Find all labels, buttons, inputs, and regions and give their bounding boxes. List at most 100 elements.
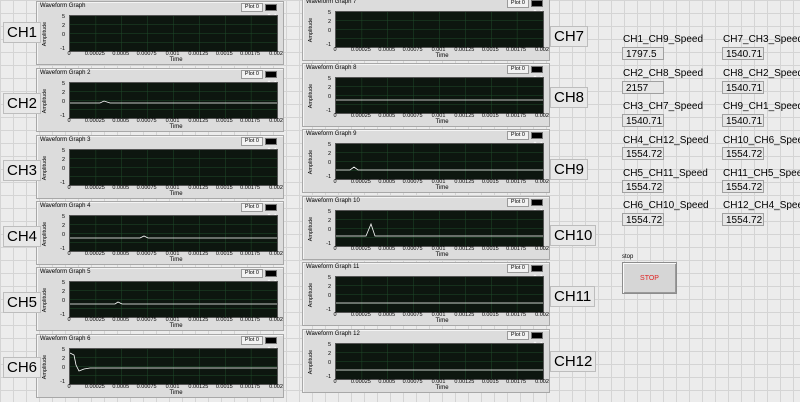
- channel-label-ch7: CH7: [550, 26, 589, 47]
- waveform-graph-12[interactable]: Waveform Graph 12 Plot 0 Amplitude 5 2 0 -1 0 0.…: [302, 329, 550, 393]
- y-tick-label: 0: [61, 166, 65, 172]
- y-tick-label: 0: [327, 160, 331, 166]
- y-axis-label: Amplitude: [42, 88, 48, 113]
- x-axis-label: Time: [435, 252, 449, 258]
- y-axis-label: Amplitude: [308, 216, 314, 241]
- y-tick-label: 0: [327, 293, 331, 299]
- plot-style-icon: [531, 265, 543, 279]
- waveform-graph-8[interactable]: Waveform Graph 8 Plot 0 Amplitude 5 2 0 -1 0 0.0…: [302, 63, 550, 127]
- channel-label-ch10: CH10: [550, 225, 597, 246]
- x-axis-label: Time: [169, 390, 183, 396]
- y-tick-label: 2: [61, 157, 65, 163]
- plot-legend[interactable]: Plot 0: [232, 3, 277, 18]
- plot-legend-label: Plot 0: [506, 131, 529, 140]
- speed-label-ch4-ch12: CH4_CH12_Speed: [623, 135, 709, 146]
- plot-area[interactable]: [335, 276, 544, 313]
- plot-style-icon: [265, 270, 277, 284]
- speed-value-ch10-ch6: 1554.72: [722, 147, 764, 160]
- plot-area[interactable]: [335, 77, 544, 114]
- plot-legend[interactable]: Plot 0: [498, 264, 543, 279]
- plot-area[interactable]: [69, 348, 278, 385]
- y-axis-label: Amplitude: [42, 155, 48, 180]
- graph-title: Waveform Graph 8: [306, 65, 357, 71]
- waveform-graph-2[interactable]: Waveform Graph 2 Plot 0 Amplitude 5 2 0 -1 0 0.0…: [36, 68, 284, 132]
- plot-area[interactable]: [69, 149, 278, 186]
- plot-legend[interactable]: Plot 0: [232, 203, 277, 218]
- y-tick-label: 0: [61, 99, 65, 105]
- x-axis-label: Time: [435, 385, 449, 391]
- graph-title: Waveform Graph 4: [40, 203, 91, 209]
- y-tick-label: 0: [327, 227, 331, 233]
- x-axis-label: Time: [435, 119, 449, 125]
- waveform-graph-5[interactable]: Waveform Graph 5 Plot 0 Amplitude 5 2 0 -1 0 0.0…: [36, 267, 284, 331]
- y-tick-label: -1: [326, 307, 331, 313]
- y-tick-label: 2: [61, 289, 65, 295]
- waveform-graph-3[interactable]: Waveform Graph 3 Plot 0 Amplitude 5 2 0 -1 0 0.0…: [36, 135, 284, 199]
- y-tick-label: 5: [327, 342, 331, 348]
- y-axis-label: Amplitude: [42, 287, 48, 312]
- y-tick-label: 2: [61, 90, 65, 96]
- y-tick-label: 2: [327, 351, 331, 357]
- y-tick-label: 2: [327, 151, 331, 157]
- y-tick-label: -1: [326, 42, 331, 48]
- waveform-graph-7[interactable]: Waveform Graph 7 Plot 0 Amplitude 5 2 0 -1 0 0.0…: [302, 0, 550, 61]
- y-tick-label: 5: [327, 76, 331, 82]
- speed-value-ch1-ch9: 1797.5: [622, 47, 664, 60]
- plot-legend-label: Plot 0: [240, 269, 263, 278]
- graph-title: Waveform Graph: [40, 3, 86, 9]
- waveform-graph-4[interactable]: Waveform Graph 4 Plot 0 Amplitude 5 2 0 -1 0 0.0…: [36, 201, 284, 265]
- speed-value-ch4-ch12: 1554.72: [622, 147, 664, 160]
- plot-area[interactable]: [69, 82, 278, 119]
- plot-legend-label: Plot 0: [240, 3, 263, 12]
- stop-button[interactable]: STOP: [622, 262, 677, 294]
- plot-area[interactable]: [335, 343, 544, 380]
- channel-label-ch8: CH8: [550, 87, 589, 108]
- y-tick-label: 0: [61, 232, 65, 238]
- plot-legend[interactable]: Plot 0: [232, 70, 277, 85]
- channel-label-ch11: CH11: [550, 286, 596, 307]
- plot-legend[interactable]: Plot 0: [498, 131, 543, 146]
- channel-label-ch5: CH5: [3, 292, 42, 313]
- plot-legend[interactable]: Plot 0: [232, 137, 277, 152]
- waveform-graph-11[interactable]: Waveform Graph 11 Plot 0 Amplitude 5 2 0 -1 0 0.…: [302, 262, 550, 326]
- waveform-graph-1[interactable]: Waveform Graph Plot 0 Amplitude 5 2 0 -1 0 0.000…: [36, 1, 284, 65]
- plot-style-icon: [531, 132, 543, 146]
- plot-area[interactable]: [335, 143, 544, 180]
- speed-label-ch11-ch5: CH11_CH5_Speed: [723, 168, 800, 179]
- plot-legend[interactable]: Plot 0: [498, 198, 543, 213]
- speed-value-ch2-ch8: 2157: [622, 81, 664, 94]
- speed-label-ch6-ch10: CH6_CH10_Speed: [623, 200, 709, 211]
- plot-area[interactable]: [335, 11, 544, 48]
- graph-title: Waveform Graph 6: [40, 336, 91, 342]
- speed-label-ch7-ch3: CH7_CH3_Speed: [723, 34, 800, 45]
- channel-label-ch12: CH12: [550, 351, 597, 372]
- channel-label-ch4: CH4: [3, 226, 42, 247]
- plot-legend[interactable]: Plot 0: [498, 65, 543, 80]
- plot-area[interactable]: [69, 281, 278, 318]
- y-axis-label: Amplitude: [308, 349, 314, 374]
- speed-value-ch7-ch3: 1540.71: [722, 47, 764, 60]
- y-tick-label: -1: [60, 180, 65, 186]
- x-axis-label: Time: [169, 57, 183, 63]
- y-tick-label: 0: [61, 365, 65, 371]
- y-tick-label: 0: [61, 298, 65, 304]
- plot-legend[interactable]: Plot 0: [498, 0, 543, 14]
- waveform-graph-6[interactable]: Waveform Graph 6 Plot 0 Amplitude 5 2 0 -1 0 0.0…: [36, 334, 284, 398]
- graph-title: Waveform Graph 2: [40, 70, 91, 76]
- y-tick-label: 5: [327, 275, 331, 281]
- waveform-graph-9[interactable]: Waveform Graph 9 Plot 0 Amplitude 5 2 0 -1 0 0.0…: [302, 129, 550, 193]
- plot-legend[interactable]: Plot 0: [232, 269, 277, 284]
- y-axis-label: Amplitude: [42, 221, 48, 246]
- plot-style-icon: [531, 0, 543, 14]
- y-tick-label: 2: [327, 284, 331, 290]
- plot-area[interactable]: [69, 215, 278, 252]
- x-axis-label: Time: [435, 185, 449, 191]
- plot-area[interactable]: [69, 15, 278, 52]
- graph-title: Waveform Graph 7: [306, 0, 357, 5]
- plot-area[interactable]: [335, 210, 544, 247]
- y-tick-label: 5: [61, 14, 65, 20]
- plot-legend[interactable]: Plot 0: [498, 331, 543, 346]
- waveform-graph-10[interactable]: Waveform Graph 10 Plot 0 Amplitude 5 2 0 -1 0 0.…: [302, 196, 550, 260]
- plot-legend[interactable]: Plot 0: [232, 336, 277, 351]
- plot-legend-label: Plot 0: [506, 264, 529, 273]
